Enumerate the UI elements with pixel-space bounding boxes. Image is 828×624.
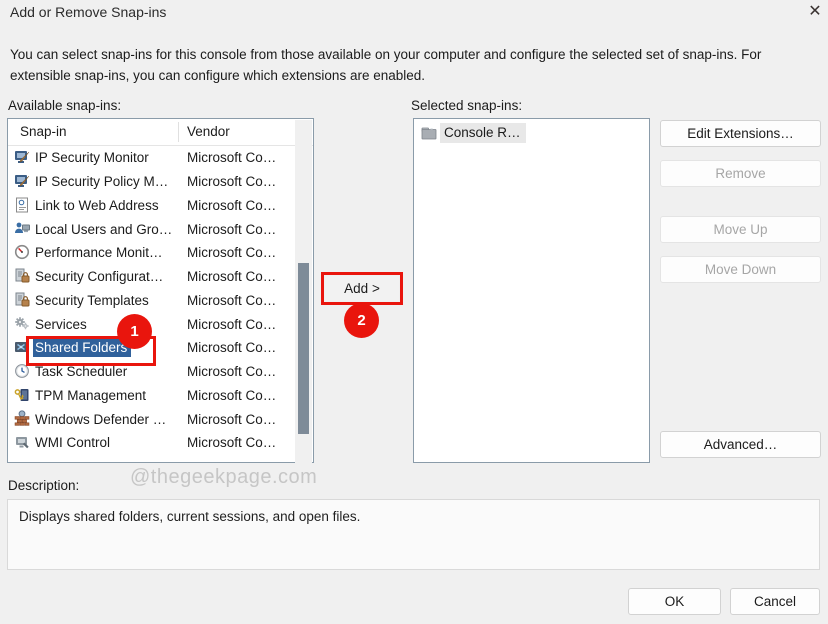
snapin-vendor: Microsoft Co… <box>187 364 276 379</box>
list-item-label: Console R… <box>440 123 526 143</box>
link-web-address-icon <box>14 197 30 213</box>
snapin-row[interactable]: IP Security Monitor Microsoft Co… <box>8 146 296 170</box>
snapin-row[interactable]: Security Configurat… Microsoft Co… <box>8 265 296 289</box>
snapin-row[interactable]: Task Scheduler Microsoft Co… <box>8 360 296 384</box>
list-item-console-root[interactable]: Console R… <box>418 123 526 143</box>
snapin-vendor: Microsoft Co… <box>187 222 276 237</box>
list-header: Snap-in Vendor <box>8 119 313 145</box>
column-divider <box>178 122 179 142</box>
security-templates-icon <box>14 292 30 308</box>
snapin-name: Windows Defender … <box>35 412 166 427</box>
snapin-vendor: Microsoft Co… <box>187 269 276 284</box>
ip-security-policy-icon <box>14 173 30 189</box>
intro-text: You can select snap-ins for this console… <box>10 44 820 86</box>
advanced-button[interactable]: Advanced… <box>660 431 821 458</box>
snapin-vendor: Microsoft Co… <box>187 150 276 165</box>
description-text: Displays shared folders, current session… <box>19 509 360 524</box>
snapin-name: Link to Web Address <box>35 198 159 213</box>
snapin-name: TPM Management <box>35 388 146 403</box>
close-icon[interactable]: ✕ <box>804 1 826 23</box>
tpm-management-icon <box>14 387 30 403</box>
snapin-row[interactable]: Services Microsoft Co… <box>8 312 296 336</box>
snapin-vendor: Microsoft Co… <box>187 435 276 450</box>
snapin-row[interactable]: WMI Control Microsoft Co… <box>8 431 296 455</box>
move-up-button[interactable]: Move Up <box>660 216 821 243</box>
annotation-step-badge-2: 2 <box>344 303 379 338</box>
security-configuration-icon <box>14 268 30 284</box>
vertical-scrollbar[interactable] <box>295 120 312 463</box>
snapin-row[interactable]: Security Templates Microsoft Co… <box>8 289 296 313</box>
snapin-vendor: Microsoft Co… <box>187 198 276 213</box>
edit-extensions-button[interactable]: Edit Extensions… <box>660 120 821 147</box>
snapin-name: Local Users and Gro… <box>35 222 172 237</box>
available-snapins-list: Snap-in Vendor IP Security Monitor Micros… <box>7 118 314 463</box>
ip-security-monitor-icon <box>14 149 30 165</box>
shared-folders-icon <box>14 339 30 355</box>
snapin-name: Services <box>35 317 87 332</box>
snapin-vendor: Microsoft Co… <box>187 317 276 332</box>
snapin-name: IP Security Policy M… <box>35 174 168 189</box>
snapin-row[interactable]: Windows Defender … Microsoft Co… <box>8 407 296 431</box>
snapin-row[interactable]: Shared Folders Microsoft Co… <box>8 336 296 360</box>
watermark-text: @thegeekpage.com <box>130 466 317 489</box>
remove-button[interactable]: Remove <box>660 160 821 187</box>
add-button[interactable]: Add > <box>325 276 399 301</box>
add-remove-snapins-dialog: Add or Remove Snap-ins ✕ You can select … <box>0 0 828 624</box>
column-header-snapin[interactable]: Snap-in <box>20 124 67 139</box>
snapin-row[interactable]: IP Security Policy M… Microsoft Co… <box>8 170 296 194</box>
snapin-vendor: Microsoft Co… <box>187 388 276 403</box>
dialog-title: Add or Remove Snap-ins <box>10 4 166 20</box>
annotation-step-badge-1: 1 <box>117 314 152 349</box>
move-down-button[interactable]: Move Down <box>660 256 821 283</box>
local-users-groups-icon <box>14 220 30 236</box>
column-header-vendor[interactable]: Vendor <box>187 124 230 139</box>
cancel-button[interactable]: Cancel <box>730 588 820 615</box>
snapin-vendor: Microsoft Co… <box>187 412 276 427</box>
task-scheduler-icon <box>14 363 30 379</box>
snapin-name: Performance Monit… <box>35 245 163 260</box>
performance-monitor-icon <box>14 244 30 260</box>
snapin-vendor: Microsoft Co… <box>187 340 276 355</box>
snapin-row[interactable]: TPM Management Microsoft Co… <box>8 384 296 408</box>
snapin-name: WMI Control <box>35 435 110 450</box>
snapin-name: Shared Folders <box>33 339 131 357</box>
snapin-vendor: Microsoft Co… <box>187 174 276 189</box>
wmi-control-icon <box>14 434 30 450</box>
snapin-name: Security Templates <box>35 293 149 308</box>
available-snapins-label: Available snap-ins: <box>8 98 121 113</box>
description-box: Displays shared folders, current session… <box>7 499 820 570</box>
windows-defender-icon <box>14 410 30 426</box>
snapin-row[interactable]: Local Users and Gro… Microsoft Co… <box>8 217 296 241</box>
snapin-name: Task Scheduler <box>35 364 127 379</box>
snapin-name: IP Security Monitor <box>35 150 149 165</box>
snapin-name: Security Configurat… <box>35 269 163 284</box>
services-icon <box>14 315 30 331</box>
snapin-row[interactable]: Performance Monit… Microsoft Co… <box>8 241 296 265</box>
available-rows: IP Security MonitorMicrosoft Co…IP Secur… <box>8 146 296 455</box>
scrollbar-thumb[interactable] <box>298 263 309 434</box>
snapin-row[interactable]: Link to Web Address Microsoft Co… <box>8 194 296 218</box>
selected-snapins-list: Console R… <box>413 118 650 463</box>
snapin-vendor: Microsoft Co… <box>187 293 276 308</box>
description-label: Description: <box>8 478 79 493</box>
ok-button[interactable]: OK <box>628 588 721 615</box>
selected-snapins-label: Selected snap-ins: <box>411 98 522 113</box>
snapin-vendor: Microsoft Co… <box>187 245 276 260</box>
console-root-folder-icon <box>421 125 437 141</box>
